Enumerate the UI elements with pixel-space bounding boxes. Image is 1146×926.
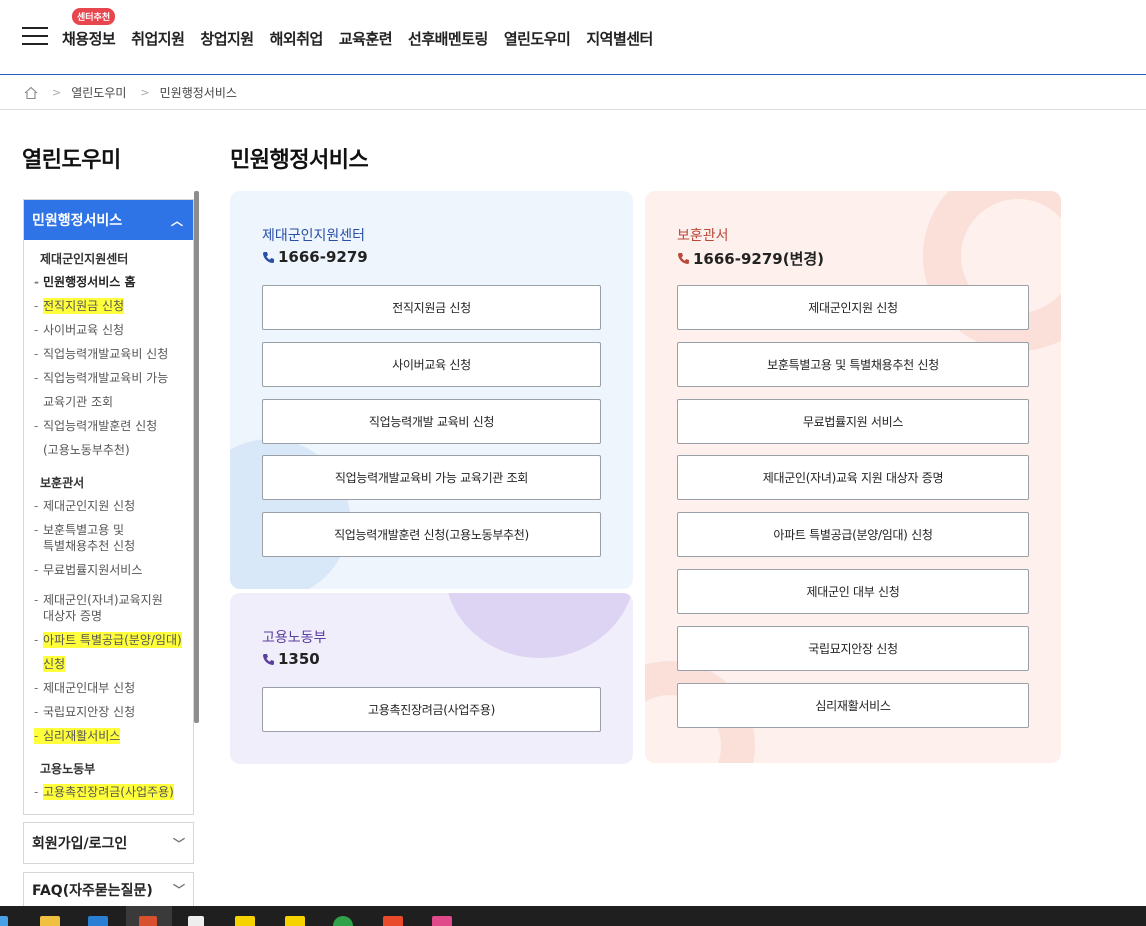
side-group-title: 고용노동부 (40, 762, 96, 776)
side-link[interactable]: - 직업능력개발훈련 신청 (34, 414, 187, 434)
psychological-rehab-button[interactable]: 심리재활서비스 (677, 683, 1029, 728)
accordion-label: 회원가입/로그인 (32, 836, 128, 852)
chrome-icon[interactable] (333, 916, 353, 926)
document-icon[interactable] (188, 916, 204, 926)
org-name: 제대군인지원센터 (262, 228, 366, 244)
tel-number: 1666-9279 (262, 248, 368, 266)
chevron-down-icon: ﹀ (172, 836, 185, 851)
chevron-right-icon: > (140, 86, 150, 99)
side-link[interactable]: - 직업능력개발교육비 신청 (34, 342, 187, 366)
side-link[interactable]: - 전직지원금 신청 (34, 294, 187, 318)
chevron-down-icon: ﹀ (172, 883, 185, 897)
windows-icon[interactable] (0, 916, 8, 926)
sticky-notes-icon[interactable] (285, 916, 305, 926)
side-link[interactable]: - 민원행정서비스 홈 (34, 270, 187, 294)
side-link[interactable]: - 무료법률지원서비스 (34, 558, 187, 582)
menu-icon[interactable] (22, 27, 48, 47)
kakaotalk-icon[interactable] (235, 916, 255, 926)
page-title: 민원행정서비스 (230, 148, 369, 173)
side-group: 제대군인지원센터 - 민원행정서비스 홈 - 전직지원금 신청 - 사이버교육 신청 … (24, 250, 193, 462)
decor-circle (445, 593, 633, 658)
nav-item-startup[interactable]: 창업지원 (200, 28, 254, 49)
side-menu-header-label: 민원행정서비스 (32, 213, 123, 229)
side-link[interactable]: - 심리재활서비스 (34, 724, 187, 748)
side-group-title: 제대군인지원센터 (40, 252, 129, 266)
side-link[interactable]: - 제대군인지원 신청 (34, 494, 187, 518)
phone-icon (263, 251, 274, 263)
app-icon[interactable] (139, 916, 157, 926)
phone-icon (678, 253, 689, 264)
site-header: 센터추천 채용정보 취업지원 창업지원 해외취업 교육훈련 선후배멘토링 열린도… (0, 0, 1146, 75)
chevron-right-icon: > (52, 86, 62, 99)
breadcrumb-item[interactable]: 열린도우미 (71, 84, 126, 101)
nav-item-overseas[interactable]: 해외취업 (270, 28, 324, 49)
side-link[interactable]: - 국립묘지안장 신청 (34, 700, 187, 724)
nav-item-helper[interactable]: 열린도우미 (504, 28, 571, 49)
side-link[interactable]: - 아파트 특별공급(분양/임대) (34, 628, 187, 648)
tel-number: 1350 (262, 650, 320, 668)
side-link[interactable]: - 직업능력개발교육비 가능 (34, 366, 187, 386)
apartment-special-supply-button[interactable]: 아파트 특별공급(분양/임대) 신청 (677, 512, 1029, 557)
side-menu-scrollbar[interactable] (194, 191, 199, 723)
accordion-member[interactable]: 회원가입/로그인 ﹀ (23, 822, 194, 864)
side-link[interactable]: - 고용촉진장려금(사업주용) (34, 780, 187, 804)
accordion-faq[interactable]: FAQ(자주묻는질문) ﹀ (23, 872, 194, 906)
nav-item-training[interactable]: 교육훈련 (339, 28, 393, 49)
os-taskbar (0, 906, 1146, 926)
nav-item-jobs[interactable]: 채용정보 (62, 28, 116, 49)
nav-item-mentoring[interactable]: 선후배멘토링 (408, 28, 488, 49)
apply-cyber-education-button[interactable]: 사이버교육 신청 (262, 342, 601, 387)
apply-employment-incentive-button[interactable]: 고용촉진장려금(사업주용) (262, 687, 601, 732)
apply-transition-grant-button[interactable]: 전직지원금 신청 (262, 285, 601, 330)
apply-training-cost-button[interactable]: 직업능력개발 교육비 신청 (262, 399, 601, 444)
accordion-label: FAQ(자주묻는질문) (32, 882, 153, 899)
folder-icon[interactable] (40, 916, 60, 926)
phone-icon (263, 653, 274, 665)
side-link-continued[interactable]: 특별채용추천 신청 (34, 538, 187, 558)
legal-aid-service-button[interactable]: 무료법률지원 서비스 (677, 399, 1029, 444)
side-group: 보훈관서 - 제대군인지원 신청 - 보훈특별고용 및 특별채용추천 신청 - 무료법… (24, 474, 193, 748)
recommend-badge: 센터추천 (72, 8, 116, 25)
apply-special-employment-button[interactable]: 보훈특별고용 및 특별채용추천 신청 (677, 342, 1029, 387)
side-group-title: 보훈관서 (40, 476, 85, 490)
education-support-certificate-button[interactable]: 제대군인(자녀)교육 지원 대상자 증명 (677, 455, 1029, 500)
side-link-continued[interactable]: (고용노동부추천) (34, 434, 187, 462)
side-link[interactable]: - 보훈특별고용 및 (34, 518, 187, 538)
center-panel: 제대군인지원센터 1666-9279 전직지원금 신청 사이버교육 신청 직업능… (230, 191, 633, 589)
side-link[interactable]: - 제대군인(자녀)교육지원 (34, 582, 187, 608)
nav-item-employment-support[interactable]: 취업지원 (131, 28, 185, 49)
app-icon[interactable] (383, 916, 403, 926)
labor-panel: 고용노동부 1350 고용촉진장려금(사업주용) (230, 593, 633, 764)
side-link[interactable]: - 제대군인대부 신청 (34, 676, 187, 700)
apply-veteran-loan-button[interactable]: 제대군인 대부 신청 (677, 569, 1029, 614)
chevron-up-icon: ︿ (170, 213, 183, 228)
side-link[interactable]: - 사이버교육 신청 (34, 318, 187, 342)
side-link-continued[interactable]: 교육기관 조회 (34, 386, 187, 414)
side-group: 고용노동부 - 고용촉진장려금(사업주용) (24, 760, 193, 804)
app-icon[interactable] (432, 916, 452, 926)
nav-item-regional[interactable]: 지역별센터 (586, 28, 653, 49)
apply-vocational-training-button[interactable]: 직업능력개발훈련 신청(고용노동부추천) (262, 512, 601, 557)
apply-national-cemetery-button[interactable]: 국립묘지안장 신청 (677, 626, 1029, 671)
side-link-continued[interactable]: 대상자 증명 (34, 608, 187, 628)
lnb-title: 열린도우미 (22, 148, 121, 173)
main-nav: 채용정보 취업지원 창업지원 해외취업 교육훈련 선후배멘토링 열린도우미 지역… (62, 28, 669, 49)
side-menu-header[interactable]: 민원행정서비스 ︿ (24, 200, 193, 240)
side-link-continued[interactable]: 신청 (34, 648, 187, 676)
side-menu: 민원행정서비스 ︿ 제대군인지원센터 - 민원행정서비스 홈 - 전직지원금 신청 … (23, 199, 194, 815)
veterans-panel: 보훈관서 1666-9279(변경) 제대군인지원 신청 보훈특별고용 및 특별… (645, 191, 1061, 763)
search-training-institution-button[interactable]: 직업능력개발교육비 가능 교육기관 조회 (262, 455, 601, 500)
org-name: 고용노동부 (262, 630, 327, 646)
breadcrumb: > 열린도우미 > 민원행정서비스 (0, 76, 1146, 110)
org-name: 보훈관서 (677, 228, 729, 244)
mail-icon[interactable] (88, 916, 108, 926)
home-icon[interactable] (24, 86, 38, 100)
apply-veteran-support-button[interactable]: 제대군인지원 신청 (677, 285, 1029, 330)
tel-number: 1666-9279(변경) (677, 248, 824, 269)
breadcrumb-item[interactable]: 민원행정서비스 (160, 84, 237, 101)
